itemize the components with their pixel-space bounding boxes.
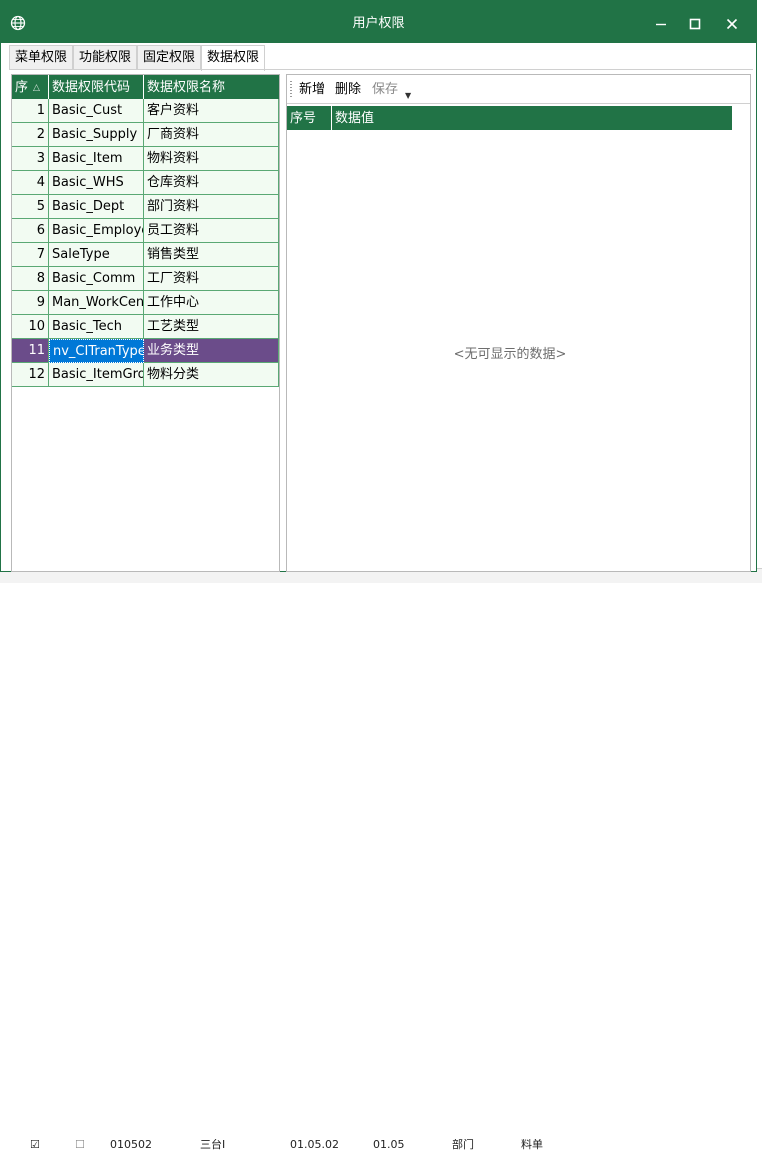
permission-name-cell[interactable]: 工厂资料 [144, 267, 279, 291]
permission-code-cell[interactable]: Basic_Cust [49, 99, 144, 123]
permission-code-cell[interactable]: Man_WorkCen [49, 291, 144, 315]
row-number-cell[interactable]: 10 [12, 315, 49, 339]
background-cell: 01.05.02 [290, 1139, 339, 1151]
permission-code-cell[interactable]: Basic_Employe [49, 219, 144, 243]
data-permission-grid: 序 △ 数据权限代码 数据权限名称 1 Basic_Cust 客户资料 2 Basic_S… [11, 74, 280, 572]
delete-button[interactable]: 删除 [335, 75, 361, 103]
column-header-no[interactable]: 序 △ [12, 75, 49, 99]
row-number-cell[interactable]: 3 [12, 147, 49, 171]
row-number-cell[interactable]: 5 [12, 195, 49, 219]
permission-name-cell[interactable]: 部门资料 [144, 195, 279, 219]
tab-data-permission[interactable]: 数据权限 [201, 45, 266, 71]
row-number-cell[interactable]: 9 [12, 291, 49, 315]
permission-name-cell[interactable]: 销售类型 [144, 243, 279, 267]
column-header-name[interactable]: 数据权限名称 [144, 75, 279, 99]
background-cell: 010502 [110, 1139, 152, 1151]
row-number-cell[interactable]: 2 [12, 123, 49, 147]
column-header-code[interactable]: 数据权限代码 [49, 75, 144, 99]
row-number-cell[interactable]: 8 [12, 267, 49, 291]
add-button[interactable]: 新增 [299, 75, 325, 103]
permission-code-cell[interactable]: Basic_Tech [49, 315, 144, 339]
permission-code-cell[interactable]: Basic_Comm [49, 267, 144, 291]
minimize-button[interactable] [644, 9, 678, 39]
background-cell: 01.05 [373, 1139, 405, 1151]
table-row[interactable]: 4 Basic_WHS 仓库资料 [12, 171, 279, 195]
tab-menu-permission[interactable]: 菜单权限 [9, 45, 74, 70]
save-button[interactable]: 保存 [372, 75, 398, 103]
permission-code-cell[interactable]: Basic_Supply [49, 123, 144, 147]
title-bar[interactable]: 用户权限 [1, 1, 756, 43]
tab-divider [9, 69, 753, 70]
row-number-cell[interactable]: 11 [12, 339, 49, 363]
table-row[interactable]: 5 Basic_Dept 部门资料 [12, 195, 279, 219]
permission-name-cell[interactable]: 仓库资料 [144, 171, 279, 195]
maximize-icon [689, 18, 701, 30]
data-value-grid-header: 序号 数据值 [287, 106, 732, 130]
sort-up-icon: △ [33, 83, 40, 93]
maximize-button[interactable] [678, 9, 712, 39]
background-checkbox-icon: ☑ [30, 1139, 40, 1151]
background-cell: 三台I [200, 1139, 226, 1151]
row-number-cell[interactable]: 6 [12, 219, 49, 243]
background-checkbox-icon: ☐ [75, 1139, 85, 1151]
column-header-value[interactable]: 数据值 [332, 106, 732, 130]
table-row[interactable]: 1 Basic_Cust 客户资料 [12, 99, 279, 123]
minimize-icon [656, 23, 666, 26]
data-value-panel: 新增 删除 保存 ▼ 序号 数据值 <无可显示的数据> [286, 74, 751, 572]
table-row[interactable]: 7 SaleType 销售类型 [12, 243, 279, 267]
permission-name-cell[interactable]: 物料资料 [144, 147, 279, 171]
permission-name-cell[interactable]: 工作中心 [144, 291, 279, 315]
row-number-cell[interactable]: 12 [12, 363, 49, 387]
close-button[interactable] [715, 9, 749, 39]
empty-grid-message: <无可显示的数据> [453, 347, 567, 362]
permission-name-cell[interactable]: 员工资料 [144, 219, 279, 243]
dropdown-arrow-icon[interactable]: ▼ [405, 91, 411, 100]
table-row[interactable]: 12 Basic_ItemGro 物料分类 [12, 363, 279, 387]
grid-header: 序 △ 数据权限代码 数据权限名称 [12, 75, 279, 99]
toolbar-grip[interactable] [290, 81, 292, 97]
table-row[interactable]: 8 Basic_Comm 工厂资料 [12, 267, 279, 291]
background-cell: 料单 [521, 1139, 543, 1151]
table-row[interactable]: 9 Man_WorkCen 工作中心 [12, 291, 279, 315]
data-value-toolbar: 新增 删除 保存 ▼ [287, 75, 750, 104]
permission-name-cell[interactable]: 工艺类型 [144, 315, 279, 339]
tab-fixed-permission[interactable]: 固定权限 [137, 45, 202, 70]
row-number-cell[interactable]: 1 [12, 99, 49, 123]
row-number-cell[interactable]: 7 [12, 243, 49, 267]
window-title: 用户权限 [352, 16, 405, 31]
permission-name-cell[interactable]: 物料分类 [144, 363, 279, 387]
permission-code-cell[interactable]: Basic_ItemGro [49, 363, 144, 387]
permission-code-cell[interactable]: Basic_Dept [49, 195, 144, 219]
permission-code-cell[interactable]: SaleType [49, 243, 144, 267]
table-row[interactable]: 3 Basic_Item 物料资料 [12, 147, 279, 171]
permission-name-cell[interactable]: 业务类型 [144, 339, 279, 363]
tab-function-permission[interactable]: 功能权限 [73, 45, 138, 70]
table-row[interactable]: 10 Basic_Tech 工艺类型 [12, 315, 279, 339]
table-row[interactable]: 11 nv_CITranType 业务类型 [12, 339, 279, 363]
user-permission-dialog: 用户权限 菜单权限 功能权限 固定权限 数据权限 序 △ 数据权限代码 数据权限名… [0, 0, 757, 572]
permission-name-cell[interactable]: 客户资料 [144, 99, 279, 123]
column-header-seq[interactable]: 序号 [287, 106, 332, 130]
table-row[interactable]: 6 Basic_Employe 员工资料 [12, 219, 279, 243]
permission-name-cell[interactable]: 厂商资料 [144, 123, 279, 147]
permission-code-cell[interactable]: nv_CITranType [49, 339, 144, 363]
table-row[interactable]: 2 Basic_Supply 厂商资料 [12, 123, 279, 147]
permission-code-cell[interactable]: Basic_WHS [49, 171, 144, 195]
permission-code-cell[interactable]: Basic_Item [49, 147, 144, 171]
row-number-cell[interactable]: 4 [12, 171, 49, 195]
close-icon [726, 18, 738, 30]
background-cell: 部门 [452, 1139, 474, 1151]
